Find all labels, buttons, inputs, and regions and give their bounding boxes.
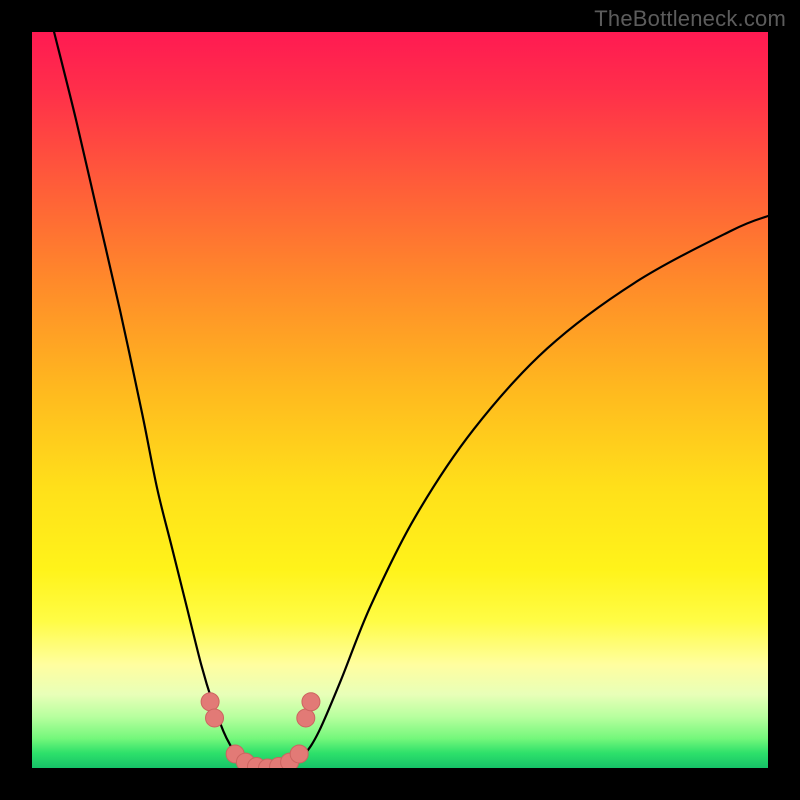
data-marker bbox=[297, 709, 315, 727]
data-marker bbox=[206, 709, 224, 727]
left-branch-curve bbox=[54, 32, 253, 768]
chart-frame: TheBottleneck.com bbox=[0, 0, 800, 800]
plot-area bbox=[32, 32, 768, 768]
curve-layer bbox=[32, 32, 768, 768]
data-marker bbox=[302, 693, 320, 711]
data-marker bbox=[201, 693, 219, 711]
watermark-text: TheBottleneck.com bbox=[594, 6, 786, 32]
valley-markers bbox=[201, 693, 320, 768]
data-marker bbox=[290, 745, 308, 763]
right-branch-curve bbox=[290, 216, 768, 768]
